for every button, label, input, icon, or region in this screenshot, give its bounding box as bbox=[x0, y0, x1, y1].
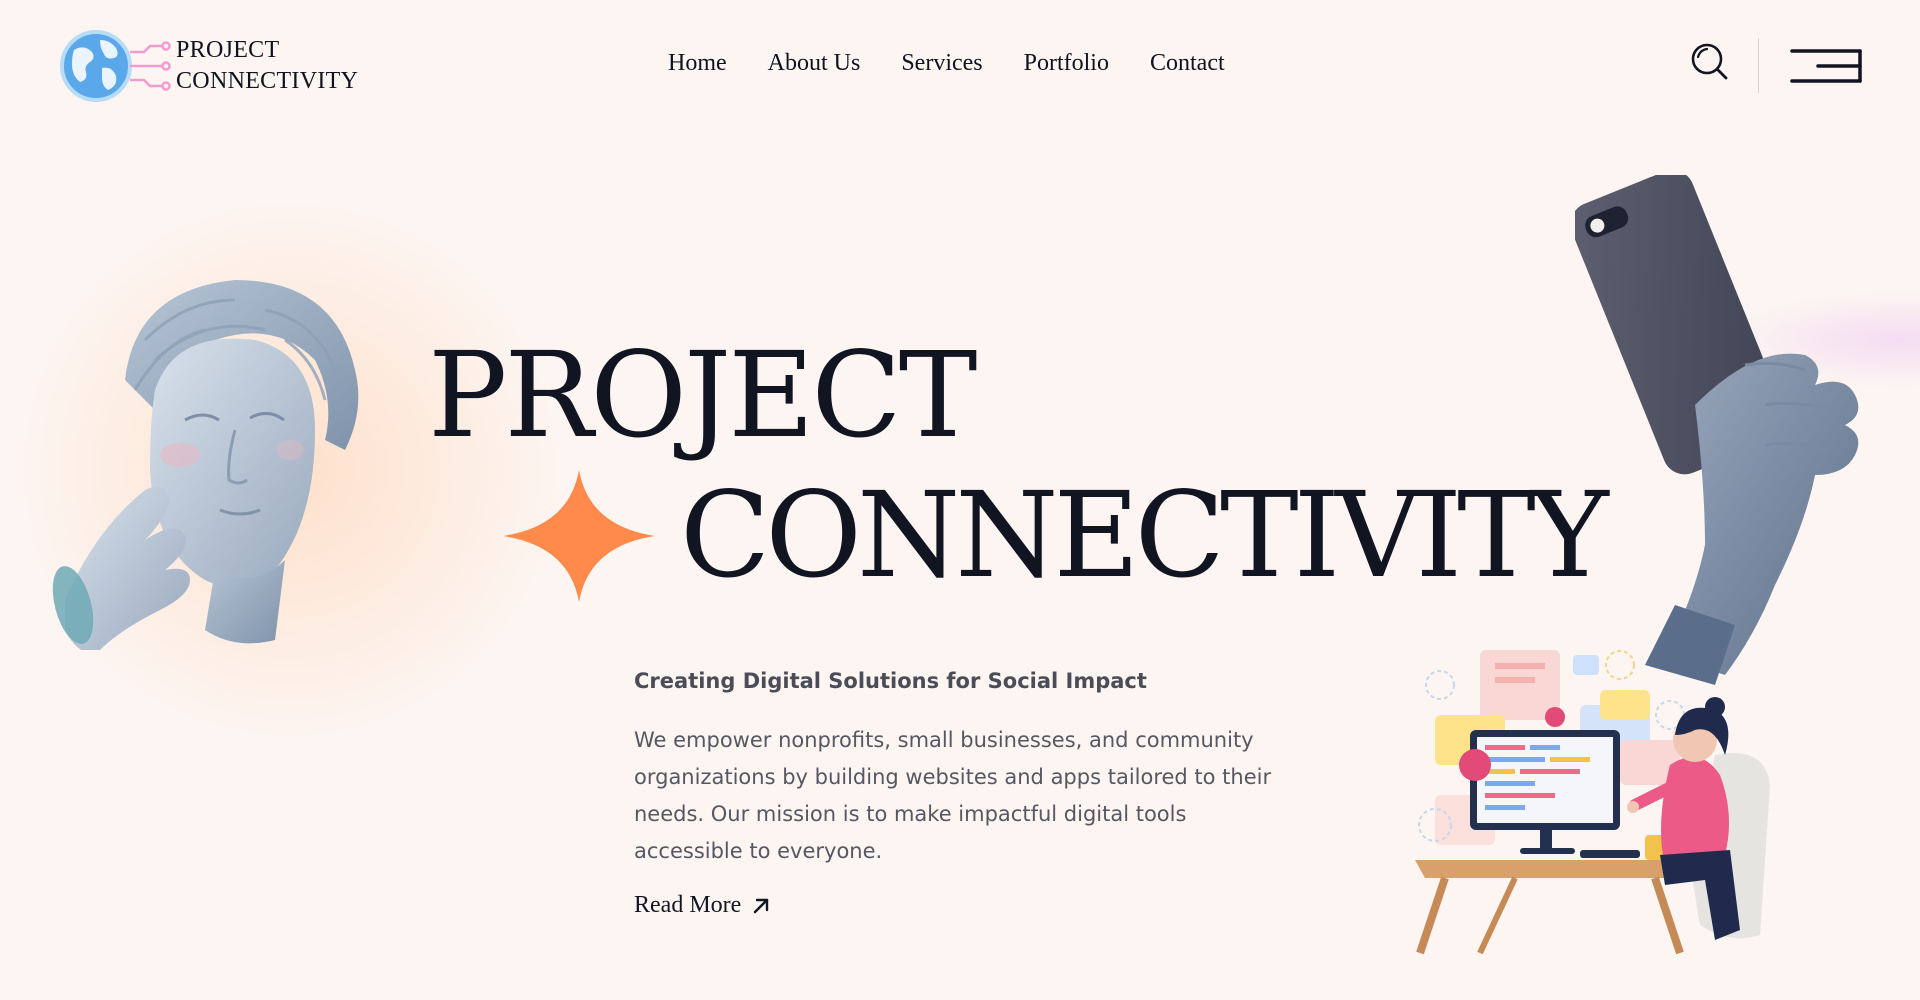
read-more-label: Read More bbox=[634, 892, 742, 918]
nav-about-us[interactable]: About Us bbox=[768, 50, 861, 77]
search-button[interactable] bbox=[1690, 42, 1730, 82]
main-nav: Home About Us Services Portfolio Contact bbox=[668, 50, 1225, 77]
read-more-link[interactable]: Read More bbox=[634, 892, 771, 919]
hero-title-line-2: CONNECTIVITY bbox=[680, 466, 1609, 604]
hamburger-menu-icon bbox=[1790, 49, 1862, 83]
menu-button[interactable] bbox=[1788, 46, 1864, 86]
logo-line-2: CONNECTIVITY bbox=[176, 68, 359, 94]
site-logo[interactable]: PROJECT CONNECTIVITY bbox=[60, 28, 358, 104]
arrow-up-right-icon bbox=[754, 898, 769, 913]
logo-text: PROJECT CONNECTIVITY bbox=[176, 35, 358, 97]
header-divider bbox=[1758, 38, 1759, 93]
search-icon bbox=[1691, 43, 1728, 80]
sparkle-star-icon bbox=[503, 470, 655, 602]
developer-at-desk-illustration bbox=[1415, 650, 1770, 955]
hero-title-line-1: PROJECT bbox=[428, 326, 977, 464]
phone-in-hand-image bbox=[1575, 175, 1859, 685]
nav-contact[interactable]: Contact bbox=[1150, 50, 1225, 77]
nav-services[interactable]: Services bbox=[901, 50, 982, 77]
globe-circuit-icon bbox=[60, 30, 171, 102]
statue-head-image bbox=[52, 280, 359, 650]
nav-portfolio[interactable]: Portfolio bbox=[1024, 50, 1109, 77]
hero-tagline: Creating Digital Solutions for Social Im… bbox=[634, 669, 1147, 693]
nav-home[interactable]: Home bbox=[668, 50, 727, 77]
landing-page: PROJECT CONNECTIVITY Home About Us Servi… bbox=[0, 0, 1920, 1000]
hero-description: We empower nonprofits, small businesses,… bbox=[634, 728, 1272, 863]
logo-line-1: PROJECT bbox=[176, 37, 280, 63]
